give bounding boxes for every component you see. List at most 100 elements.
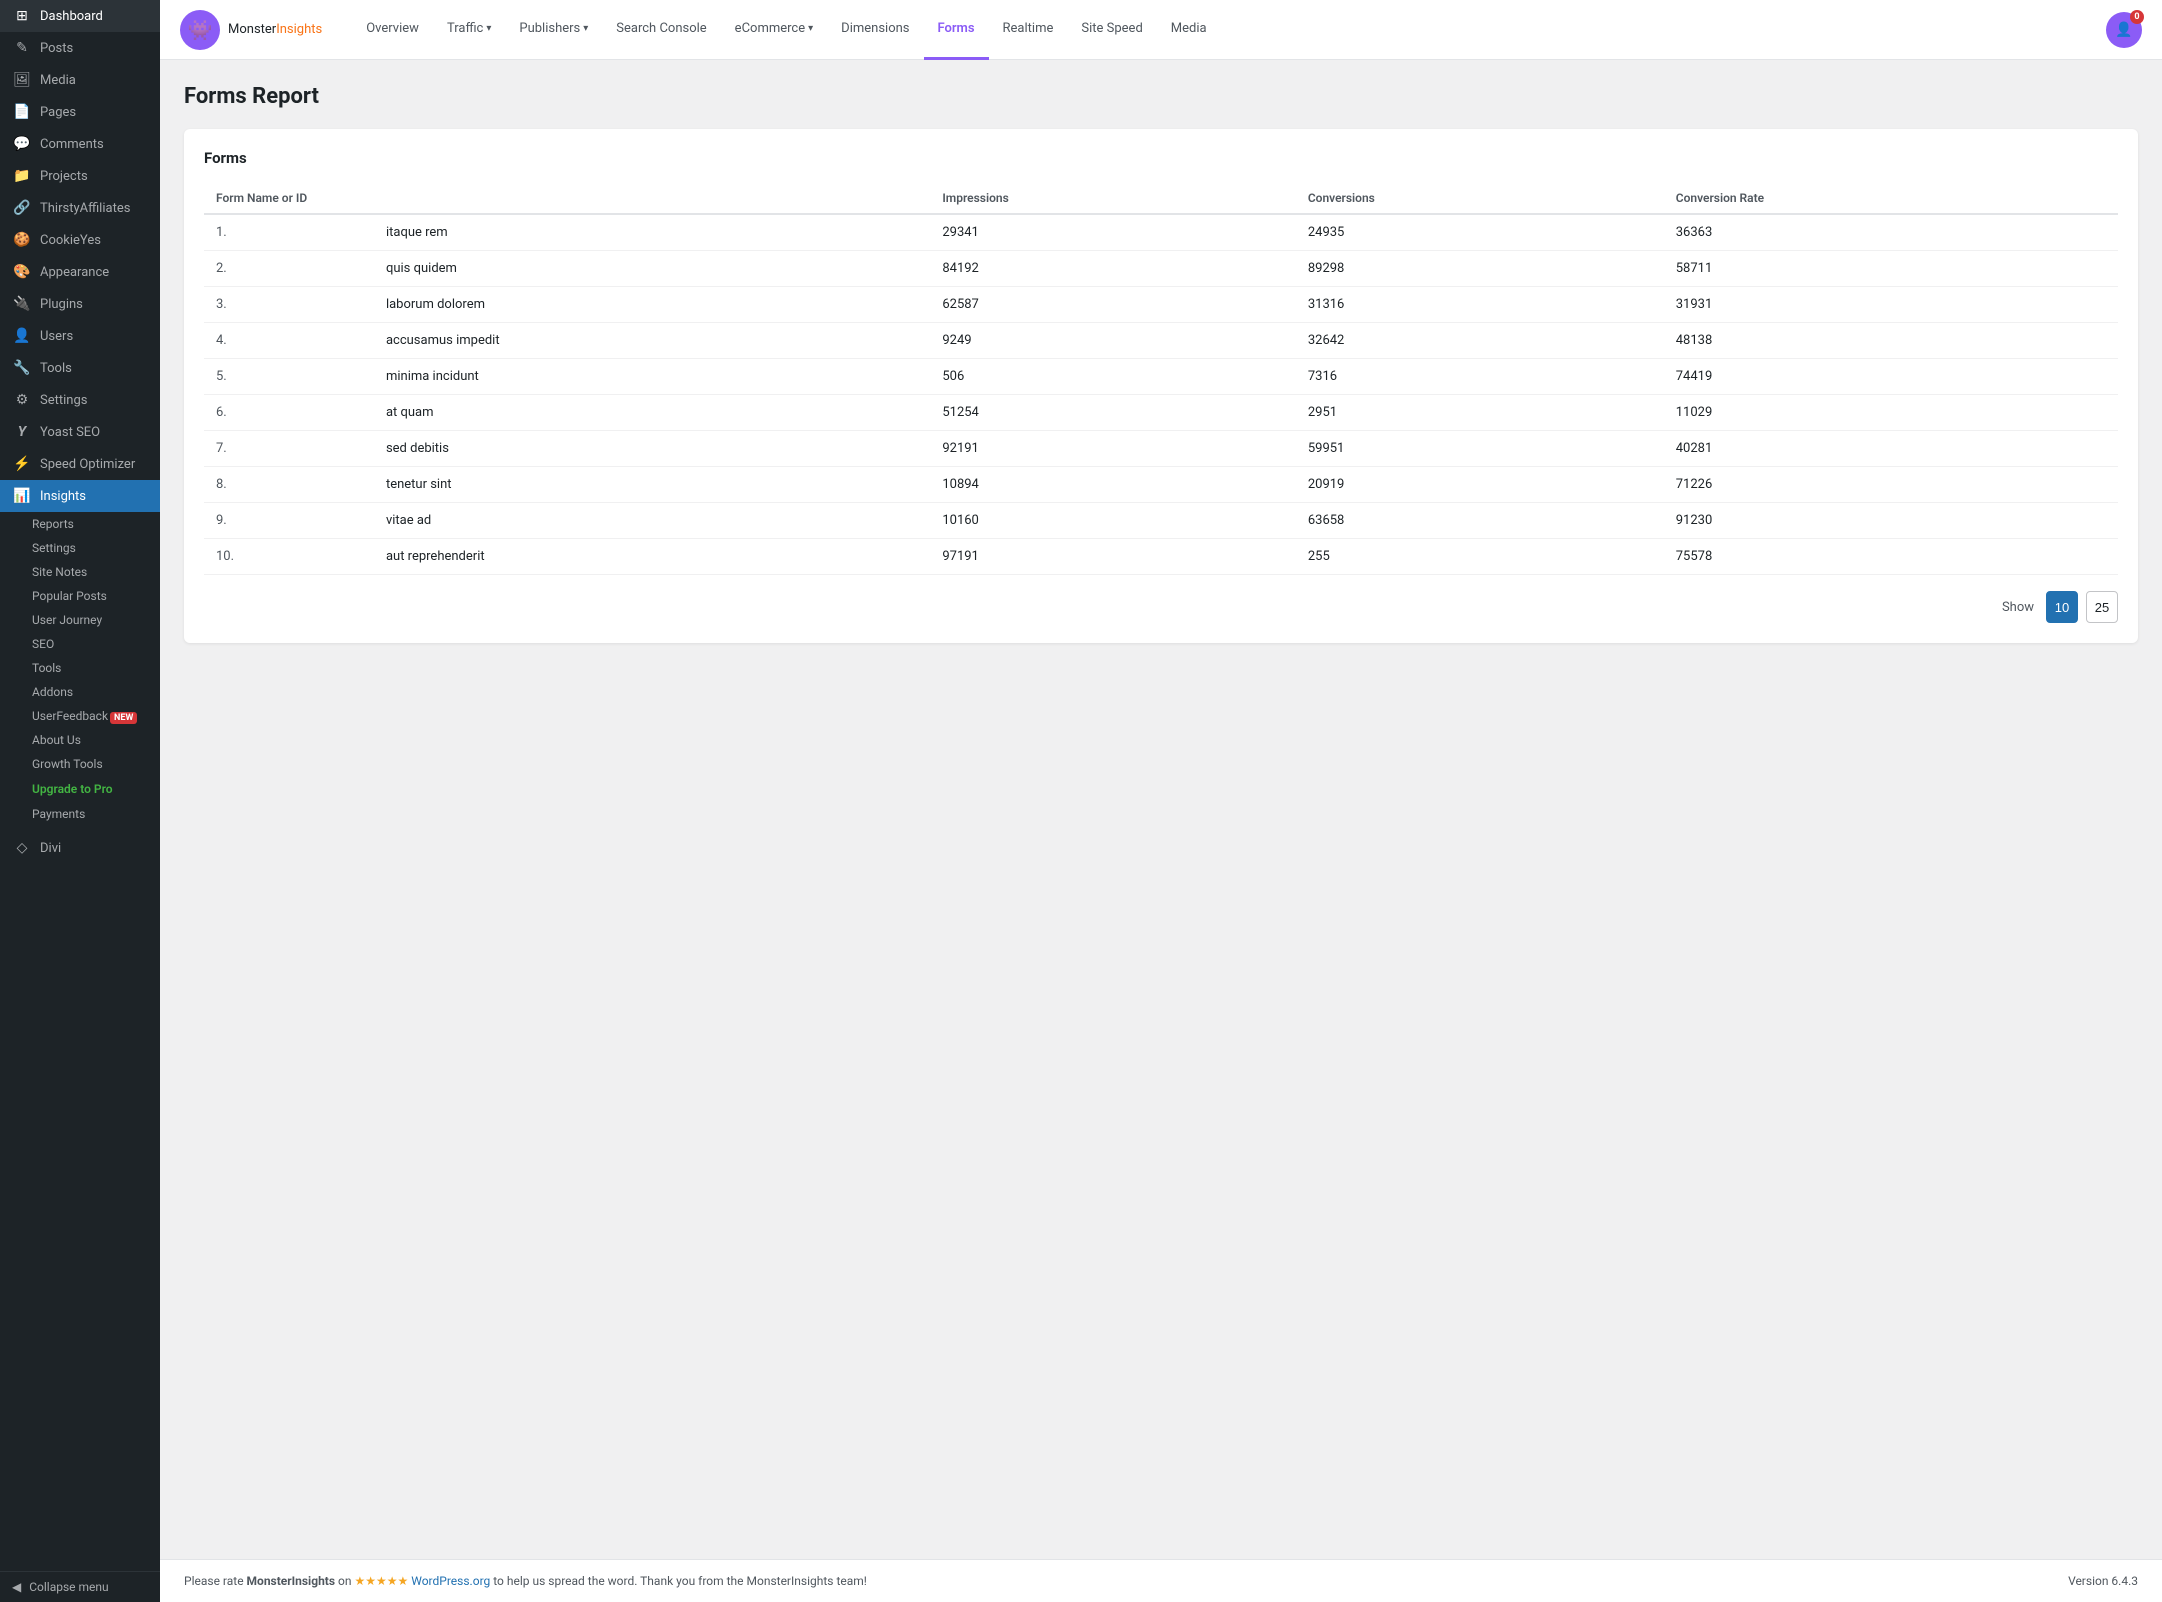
sidebar-sub-item-site-notes[interactable]: Site Notes bbox=[0, 560, 160, 584]
sidebar-item-projects[interactable]: 📁 Projects bbox=[0, 160, 160, 192]
sidebar-item-yoast[interactable]: Y Yoast SEO bbox=[0, 416, 160, 448]
logo[interactable]: 👾 MonsterInsights bbox=[180, 10, 322, 50]
table-row: 1. itaque rem 29341 24935 36363 bbox=[204, 214, 2118, 251]
tab-forms[interactable]: Forms bbox=[924, 0, 989, 60]
row-form-name: itaque rem bbox=[374, 214, 930, 251]
sidebar-sub-item-payments[interactable]: Payments bbox=[0, 802, 160, 826]
tab-publishers[interactable]: Publishers ▾ bbox=[505, 0, 602, 60]
sidebar-item-thirstyaffiliates[interactable]: 🔗 ThirstyAffiliates bbox=[0, 192, 160, 224]
col-conversion-rate: Conversion Rate bbox=[1664, 183, 2118, 214]
insights-icon: 📊 bbox=[12, 488, 32, 504]
tab-traffic[interactable]: Traffic ▾ bbox=[433, 0, 505, 60]
tab-media[interactable]: Media bbox=[1157, 0, 1221, 60]
collapse-menu-button[interactable]: ◀ Collapse menu bbox=[0, 1571, 160, 1602]
sidebar-sub-item-user-journey[interactable]: User Journey bbox=[0, 608, 160, 632]
sidebar-sub-item-growth-tools[interactable]: Growth Tools bbox=[0, 752, 160, 776]
sidebar-item-dashboard[interactable]: ⊞ Dashboard bbox=[0, 0, 160, 32]
sidebar-item-settings[interactable]: ⚙ Settings bbox=[0, 384, 160, 416]
page-title: Forms Report bbox=[184, 84, 2138, 109]
row-rate: 48138 bbox=[1664, 323, 2118, 359]
sidebar-item-cookieyes[interactable]: 🍪 CookieYes bbox=[0, 224, 160, 256]
row-num: 5. bbox=[204, 359, 374, 395]
forms-card: Forms Form Name or ID Impressions Conver… bbox=[184, 129, 2138, 643]
sidebar-item-users[interactable]: 👤 Users bbox=[0, 320, 160, 352]
row-num: 7. bbox=[204, 431, 374, 467]
row-num: 3. bbox=[204, 287, 374, 323]
version-text: Version 6.4.3 bbox=[2068, 1574, 2138, 1588]
row-rate: 74419 bbox=[1664, 359, 2118, 395]
tab-search-console[interactable]: Search Console bbox=[602, 0, 720, 60]
sidebar-item-plugins[interactable]: 🔌 Plugins bbox=[0, 288, 160, 320]
footer-text: Please rate MonsterInsights on ★★★★★ Wor… bbox=[184, 1574, 867, 1588]
row-rate: 75578 bbox=[1664, 539, 2118, 575]
sidebar-item-speed-optimizer[interactable]: ⚡ Speed Optimizer bbox=[0, 448, 160, 480]
sidebar: ⊞ Dashboard ✎ Posts 🖼 Media 📄 Pages 💬 Co… bbox=[0, 0, 160, 1602]
sidebar-item-posts[interactable]: ✎ Posts bbox=[0, 32, 160, 64]
logo-icon: 👾 bbox=[180, 10, 220, 50]
row-impressions: 10894 bbox=[930, 467, 1296, 503]
sidebar-upgrade-button[interactable]: Upgrade to Pro bbox=[0, 776, 160, 802]
tab-overview[interactable]: Overview bbox=[352, 0, 433, 60]
sidebar-item-insights[interactable]: 📊 Insights bbox=[0, 480, 160, 512]
row-form-name: minima incidunt bbox=[374, 359, 930, 395]
row-form-name: tenetur sint bbox=[374, 467, 930, 503]
sidebar-sub-item-popular-posts[interactable]: Popular Posts bbox=[0, 584, 160, 608]
page-btn-25[interactable]: 25 bbox=[2086, 591, 2118, 623]
wordpress-org-link[interactable]: WordPress.org bbox=[411, 1574, 490, 1588]
sidebar-sub-item-userfeedback[interactable]: UserFeedbackNEW bbox=[0, 704, 160, 728]
row-conversions: 7316 bbox=[1296, 359, 1664, 395]
speed-icon: ⚡ bbox=[12, 456, 32, 472]
row-conversions: 20919 bbox=[1296, 467, 1664, 503]
tab-realtime[interactable]: Realtime bbox=[989, 0, 1068, 60]
sidebar-sub-item-about-us[interactable]: About Us bbox=[0, 728, 160, 752]
sidebar-item-comments[interactable]: 💬 Comments bbox=[0, 128, 160, 160]
row-rate: 71226 bbox=[1664, 467, 2118, 503]
settings-icon: ⚙ bbox=[12, 392, 32, 408]
pagination-row: Show 10 25 bbox=[204, 591, 2118, 623]
row-impressions: 10160 bbox=[930, 503, 1296, 539]
row-num: 1. bbox=[204, 214, 374, 251]
sidebar-sub-item-reports[interactable]: Reports bbox=[0, 512, 160, 536]
sidebar-item-pages[interactable]: 📄 Pages bbox=[0, 96, 160, 128]
row-rate: 40281 bbox=[1664, 431, 2118, 467]
users-icon: 👤 bbox=[12, 328, 32, 344]
row-conversions: 31316 bbox=[1296, 287, 1664, 323]
tab-ecommerce[interactable]: eCommerce ▾ bbox=[721, 0, 827, 60]
row-form-name: quis quidem bbox=[374, 251, 930, 287]
sidebar-item-divi[interactable]: ◇ Divi bbox=[0, 832, 160, 864]
row-impressions: 9249 bbox=[930, 323, 1296, 359]
row-rate: 31931 bbox=[1664, 287, 2118, 323]
sidebar-sub-item-tools[interactable]: Tools bbox=[0, 656, 160, 680]
row-impressions: 506 bbox=[930, 359, 1296, 395]
sidebar-sub-item-seo[interactable]: SEO bbox=[0, 632, 160, 656]
row-conversions: 24935 bbox=[1296, 214, 1664, 251]
col-conversions: Conversions bbox=[1296, 183, 1664, 214]
avatar-icon: 👤 bbox=[2115, 22, 2132, 38]
row-num: 6. bbox=[204, 395, 374, 431]
table-row: 5. minima incidunt 506 7316 74419 bbox=[204, 359, 2118, 395]
card-title: Forms bbox=[204, 149, 2118, 167]
new-badge: NEW bbox=[110, 712, 137, 724]
footer: Please rate MonsterInsights on ★★★★★ Wor… bbox=[160, 1559, 2162, 1602]
table-row: 10. aut reprehenderit 97191 255 75578 bbox=[204, 539, 2118, 575]
publishers-chevron-icon: ▾ bbox=[583, 23, 588, 34]
tools-icon: 🔧 bbox=[12, 360, 32, 376]
divi-icon: ◇ bbox=[12, 840, 32, 856]
page-btn-10[interactable]: 10 bbox=[2046, 591, 2078, 623]
sidebar-sub-item-addons[interactable]: Addons bbox=[0, 680, 160, 704]
sidebar-sub-item-settings[interactable]: Settings bbox=[0, 536, 160, 560]
avatar-badge: 0 bbox=[2130, 10, 2144, 24]
row-num: 10. bbox=[204, 539, 374, 575]
sidebar-item-appearance[interactable]: 🎨 Appearance bbox=[0, 256, 160, 288]
logo-text: MonsterInsights bbox=[228, 22, 322, 37]
tab-site-speed[interactable]: Site Speed bbox=[1067, 0, 1156, 60]
sidebar-item-media[interactable]: 🖼 Media bbox=[0, 64, 160, 96]
avatar-button[interactable]: 👤 0 bbox=[2106, 12, 2142, 48]
sidebar-item-tools[interactable]: 🔧 Tools bbox=[0, 352, 160, 384]
nav-tabs: Overview Traffic ▾ Publishers ▾ Search C… bbox=[352, 0, 2106, 60]
content-area: Forms Report Forms Form Name or ID Impre… bbox=[160, 60, 2162, 1559]
tab-dimensions[interactable]: Dimensions bbox=[827, 0, 923, 60]
row-num: 2. bbox=[204, 251, 374, 287]
row-conversions: 89298 bbox=[1296, 251, 1664, 287]
row-num: 8. bbox=[204, 467, 374, 503]
